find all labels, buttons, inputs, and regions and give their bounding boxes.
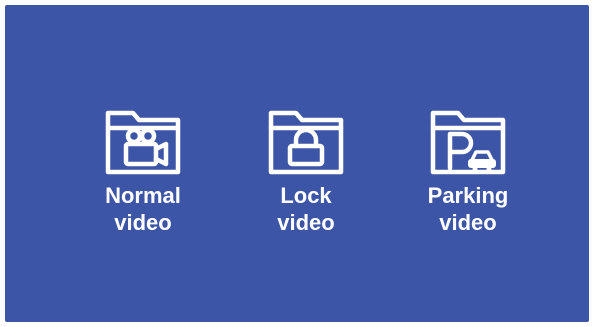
video-camera-folder-icon <box>103 108 183 176</box>
parking-video-label-line2: video <box>439 210 497 235</box>
normal-video-label-line1: Normal <box>105 183 181 208</box>
padlock-folder-icon <box>266 108 346 176</box>
normal-video-label: Normal video <box>105 182 181 236</box>
parking-video-label: Parking video <box>428 182 509 236</box>
normal-video-button[interactable]: Normal video <box>78 108 208 236</box>
parking-car-folder-icon <box>428 108 508 176</box>
parking-video-button[interactable]: Parking video <box>403 108 533 236</box>
lock-video-button[interactable]: Lock video <box>241 108 371 236</box>
video-category-list: Normal video Lock video Parking video <box>5 108 589 248</box>
parking-video-label-line1: Parking <box>427 183 509 208</box>
lock-video-label: Lock video <box>277 182 334 236</box>
normal-video-label-line2: video <box>114 210 172 235</box>
video-category-screen: Normal video Lock video Parking video <box>5 5 589 322</box>
lock-video-label-line2: video <box>277 210 335 235</box>
lock-video-label-line1: Lock <box>280 183 332 208</box>
